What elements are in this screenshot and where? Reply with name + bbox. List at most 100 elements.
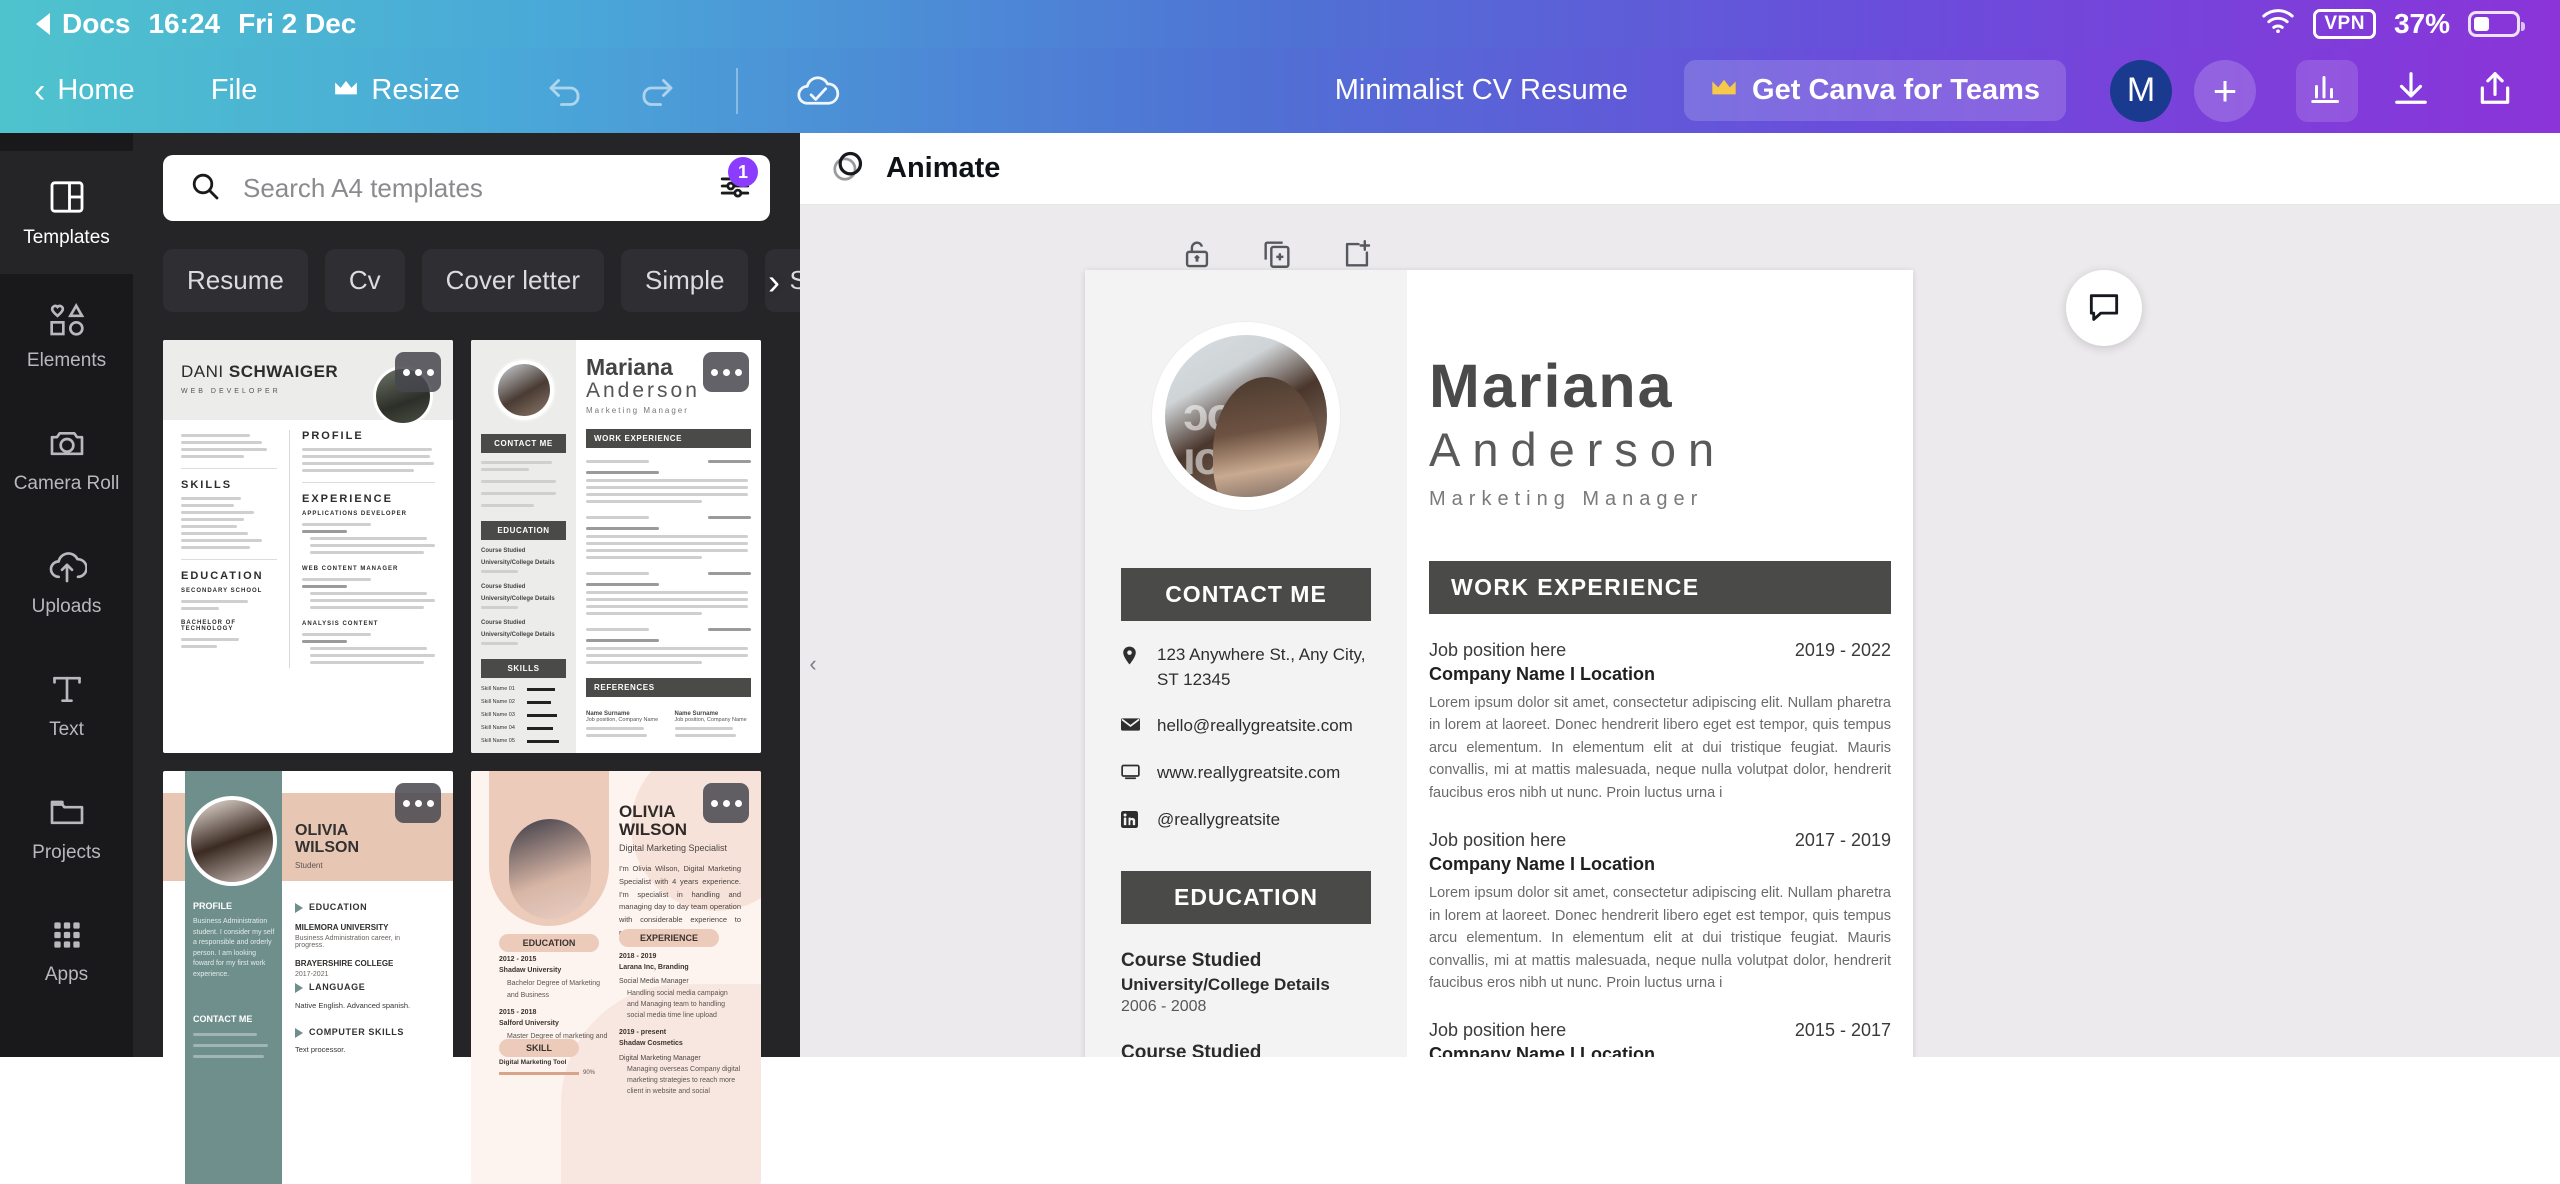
search-box[interactable]: 1 bbox=[163, 155, 770, 221]
cloud-saved-icon[interactable] bbox=[790, 63, 846, 119]
template-card-mariana-anderson[interactable]: CONTACT ME EDUCATION Course Studied Univ… bbox=[471, 340, 761, 753]
chevron-right-icon[interactable]: › bbox=[768, 261, 780, 303]
more-dots-icon[interactable] bbox=[395, 352, 441, 392]
sidebar-item-projects[interactable]: Projects bbox=[0, 766, 133, 889]
resume-photo[interactable]: ɔosıoo bbox=[1152, 322, 1340, 510]
sidebar-label-projects: Projects bbox=[32, 841, 101, 863]
wifi-icon bbox=[2261, 8, 2295, 41]
resume-last-name[interactable]: Anderson bbox=[1429, 421, 1891, 480]
redo-button[interactable] bbox=[628, 63, 684, 119]
linkedin-icon bbox=[1121, 808, 1141, 833]
t2-skills-heading: SKILLS bbox=[481, 659, 566, 678]
education-course: Course Studied bbox=[1121, 1041, 1262, 1057]
job-years: 2017 - 2019 bbox=[1794, 830, 1891, 851]
t3-skills-text: Text processor. bbox=[295, 1045, 346, 1054]
animate-toolbar: Animate bbox=[800, 133, 2560, 205]
monitor-icon bbox=[1121, 761, 1141, 785]
resume-first-name[interactable]: Mariana bbox=[1429, 356, 1891, 417]
get-canva-for-teams-button[interactable]: Get Canva for Teams bbox=[1684, 60, 2066, 121]
sidebar-label-templates: Templates bbox=[23, 226, 110, 248]
chip-cover-letter[interactable]: Cover letter bbox=[421, 249, 604, 312]
sidebar-item-text[interactable]: Text bbox=[0, 643, 133, 766]
more-dots-icon[interactable] bbox=[703, 783, 749, 823]
document-title[interactable]: Minimalist CV Resume bbox=[1335, 74, 1628, 107]
more-dots-icon[interactable] bbox=[395, 783, 441, 823]
sidebar-item-apps[interactable]: Apps bbox=[0, 889, 133, 1012]
t4-education-heading: EDUCATION bbox=[499, 934, 599, 952]
t4-edu-2-years: 2015 - 2018 bbox=[499, 1008, 537, 1016]
animate-label[interactable]: Animate bbox=[886, 152, 1000, 185]
contact-heading[interactable]: CONTACT ME bbox=[1121, 568, 1371, 621]
avatar[interactable]: M bbox=[2110, 59, 2172, 122]
sidebar-label-elements: Elements bbox=[26, 349, 107, 371]
t3-edu-1: MILEMORA UNIVERSITY bbox=[295, 923, 389, 932]
contact-social: @reallygreatsite bbox=[1157, 809, 1281, 829]
job-description: Lorem ipsum dolor sit amet, consectetur … bbox=[1429, 885, 1891, 991]
t1-education-heading: EDUCATION bbox=[181, 570, 264, 582]
bar-chart-icon bbox=[2309, 71, 2345, 110]
t4-edu-2-school: Salford University bbox=[499, 1019, 559, 1027]
editor-area: Animate ‹ CONTACT ME 123 Anywhere St., A… bbox=[800, 133, 2560, 1057]
work-item: Job position here 2017 - 2019 Company Na… bbox=[1429, 830, 1891, 994]
t3-edu-1-sub: Business Administration career, in progr… bbox=[295, 935, 401, 949]
sidebar-label-apps: Apps bbox=[44, 963, 89, 985]
comment-button[interactable] bbox=[2066, 270, 2142, 346]
t2-ref-role-2: Job position, Company Name bbox=[674, 717, 747, 724]
add-collaborator-button[interactable]: + bbox=[2194, 59, 2256, 122]
t2-education-heading: EDUCATION bbox=[481, 521, 566, 540]
t1-exp-1: APPLICATIONS DEVELOPER bbox=[302, 511, 407, 517]
insights-button[interactable] bbox=[2296, 59, 2358, 122]
templates-icon bbox=[47, 177, 87, 217]
t3-skills-heading: COMPUTER SKILLS bbox=[309, 1027, 405, 1037]
back-triangle-icon[interactable] bbox=[36, 13, 50, 35]
search-input[interactable] bbox=[243, 172, 718, 204]
battery-icon bbox=[2468, 11, 2525, 37]
undo-button[interactable] bbox=[538, 63, 594, 119]
resize-button[interactable]: Resize bbox=[327, 74, 466, 107]
sidebar-item-templates[interactable]: Templates bbox=[0, 151, 133, 274]
t1-exp-3: ANALYSIS CONTENT bbox=[302, 621, 379, 627]
template-card-olivia-wilson-pink[interactable]: OLIVIA WILSON Digital Marketing Speciali… bbox=[471, 771, 761, 1184]
download-button[interactable] bbox=[2380, 60, 2442, 122]
t2-skill-4: Skill Name 04 bbox=[481, 725, 515, 731]
t4-first-name: OLIVIA bbox=[619, 802, 676, 821]
comment-icon bbox=[2085, 287, 2123, 330]
t2-photo bbox=[493, 360, 554, 420]
education-heading[interactable]: EDUCATION bbox=[1121, 870, 1371, 924]
templates-panel: 1 Resume Cv Cover letter Simple St › DAN… bbox=[133, 133, 800, 1184]
contact-website: www.reallygreatsite.com bbox=[1157, 762, 1341, 782]
t4-exp-1-co: Larana Inc, Branding bbox=[619, 964, 689, 972]
t4-exp-2-role: Digital Marketing Manager bbox=[619, 1054, 701, 1062]
t1-exp-2: WEB CONTENT MANAGER bbox=[302, 566, 399, 572]
resume-document[interactable]: ɔosıoo CONTACT ME 123 Anywhere St., Any … bbox=[1085, 270, 1913, 1057]
t4-edu-1-detail: Bachelor Degree of Marketing and Busines… bbox=[507, 980, 600, 999]
template-card-olivia-wilson-teal[interactable]: OLIVIA WILSON Student PROFILE Business A… bbox=[163, 771, 453, 1184]
sidebar-item-camera-roll[interactable]: Camera Roll bbox=[0, 397, 133, 520]
envelope-icon bbox=[1121, 714, 1141, 737]
chip-resume[interactable]: Resume bbox=[163, 249, 308, 312]
collapse-panel-button[interactable]: ‹ bbox=[800, 635, 826, 693]
share-button[interactable] bbox=[2464, 60, 2526, 122]
contact-email: hello@reallygreatsite.com bbox=[1157, 716, 1353, 736]
education-years: 2006 - 2008 bbox=[1121, 997, 1207, 1015]
template-card-dani-schwaiger[interactable]: DANI SCHWAIGER WEB DEVELOPER SKILLS EDUC… bbox=[163, 340, 453, 753]
t2-ref-role-1: Job position, Company Name bbox=[586, 717, 659, 724]
sidebar-item-elements[interactable]: Elements bbox=[0, 274, 133, 397]
more-dots-icon[interactable] bbox=[703, 352, 749, 392]
t4-exp-2-co: Shadaw Cosmetics bbox=[619, 1040, 683, 1048]
status-back-label[interactable]: Docs bbox=[62, 8, 130, 40]
work-experience-heading[interactable]: WORK EXPERIENCE bbox=[1429, 560, 1891, 614]
t2-skill-1: Skill Name 01 bbox=[481, 686, 515, 692]
file-menu-button[interactable]: File bbox=[205, 74, 264, 107]
home-button[interactable]: ‹ Home bbox=[28, 74, 141, 108]
toolbar-divider bbox=[736, 67, 739, 114]
resume-role[interactable]: Marketing Manager bbox=[1429, 488, 1891, 511]
canvas-area[interactable]: ‹ CONTACT ME 123 Anywhere St., Any City,… bbox=[800, 205, 2560, 1057]
chip-simple[interactable]: Simple bbox=[621, 249, 749, 312]
t2-edu-school-3: University/College Details bbox=[481, 632, 555, 638]
t4-exp-1-detail: Handling social media campaign and Manag… bbox=[627, 989, 728, 1019]
contact-row-social: @reallygreatsite bbox=[1121, 808, 1371, 833]
sidebar-item-uploads[interactable]: Uploads bbox=[0, 520, 133, 643]
avatar-initial: M bbox=[2126, 71, 2156, 109]
chip-cv[interactable]: Cv bbox=[324, 249, 405, 312]
